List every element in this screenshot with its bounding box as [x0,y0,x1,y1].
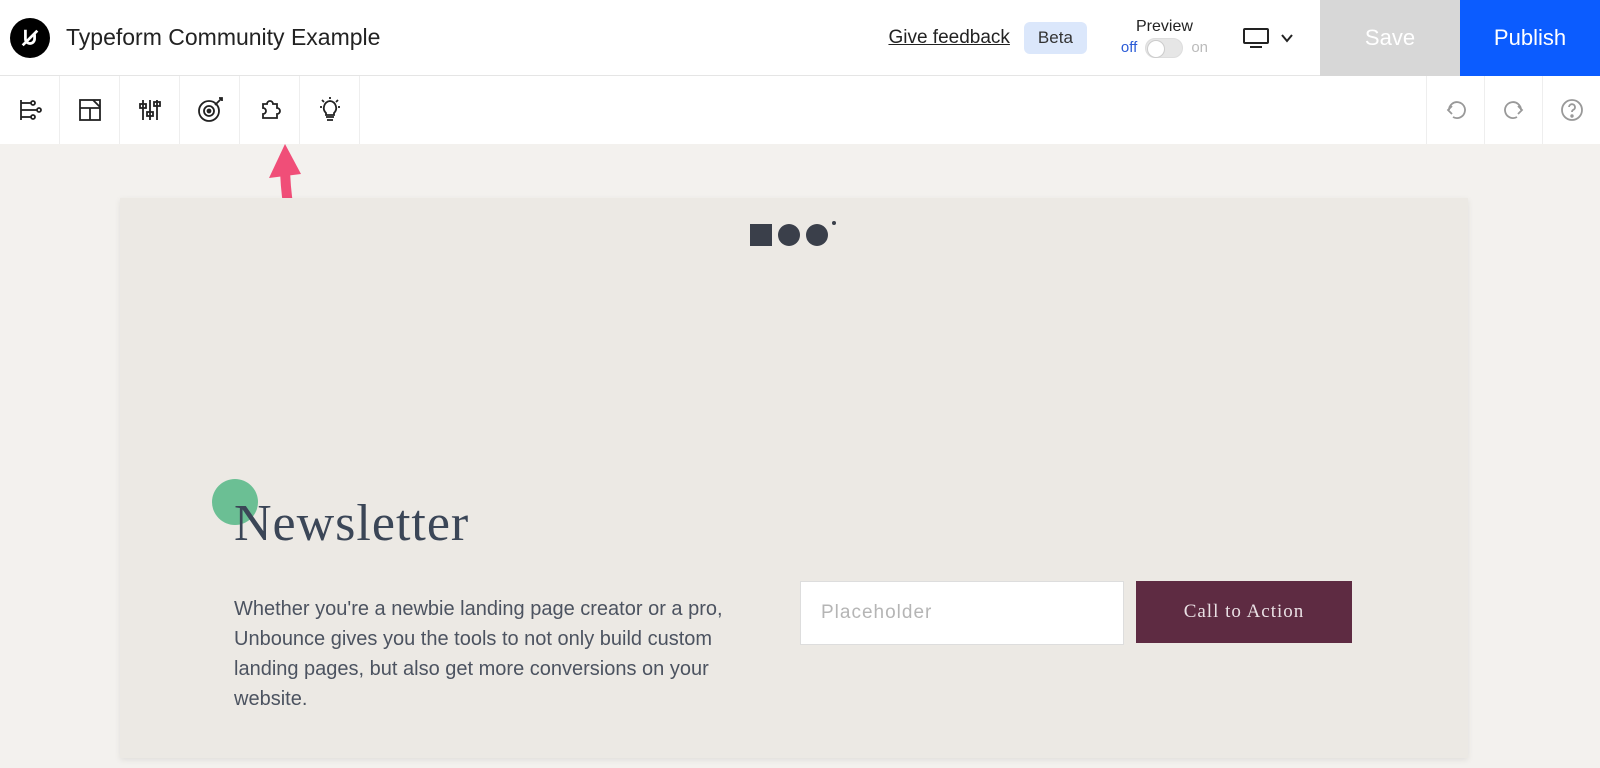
logo-dot-icon [778,224,800,246]
newsletter-body-text[interactable]: Whether you're a newbie landing page cre… [234,594,774,714]
undo-button[interactable] [1426,76,1484,144]
app-header: Typeform Community Example Give feedback… [0,0,1600,76]
newsletter-email-input[interactable] [800,581,1124,645]
app-logo [0,18,60,58]
toolbar-integrations[interactable] [240,76,300,144]
page-title[interactable]: Typeform Community Example [66,24,380,51]
chevron-down-icon [1280,31,1294,45]
device-selector[interactable] [1242,26,1294,50]
toolbar-sliders[interactable] [120,76,180,144]
undo-icon [1443,97,1469,123]
toolbar-style[interactable] [60,76,120,144]
give-feedback-link[interactable]: Give feedback [888,27,1009,49]
sliders-icon [135,95,165,125]
newsletter-heading[interactable]: Newsletter [234,494,469,553]
toolbar-structure[interactable] [0,76,60,144]
save-button[interactable]: Save [1320,0,1460,76]
unbounce-logo-icon [10,18,50,58]
target-icon [195,95,225,125]
desktop-icon [1242,26,1270,50]
preview-off-label: off [1121,39,1137,56]
help-button[interactable] [1542,76,1600,144]
preview-on-label: on [1191,39,1208,56]
structure-icon [15,95,45,125]
toolbar-tips[interactable] [300,76,360,144]
toolbar-goals[interactable] [180,76,240,144]
help-icon [1559,97,1585,123]
logo-tiny-dot-icon [832,221,836,225]
redo-button[interactable] [1484,76,1542,144]
logo-square-icon [750,224,772,246]
lightbulb-icon [315,95,345,125]
beta-badge: Beta [1024,22,1087,54]
canvas-stage: Newsletter Whether you're a newbie landi… [0,144,1600,768]
puzzle-icon [255,95,285,125]
preview-toggle-block: Preview off on [1121,18,1208,58]
preview-toggle[interactable] [1145,38,1183,58]
style-icon [75,95,105,125]
cta-button[interactable]: Call to Action [1136,581,1352,643]
template-logo [120,198,1468,246]
logo-dot-icon [806,224,828,246]
preview-label: Preview [1136,18,1193,36]
redo-icon [1501,97,1527,123]
publish-button[interactable]: Publish [1460,0,1600,76]
editor-toolbar [0,76,1600,144]
